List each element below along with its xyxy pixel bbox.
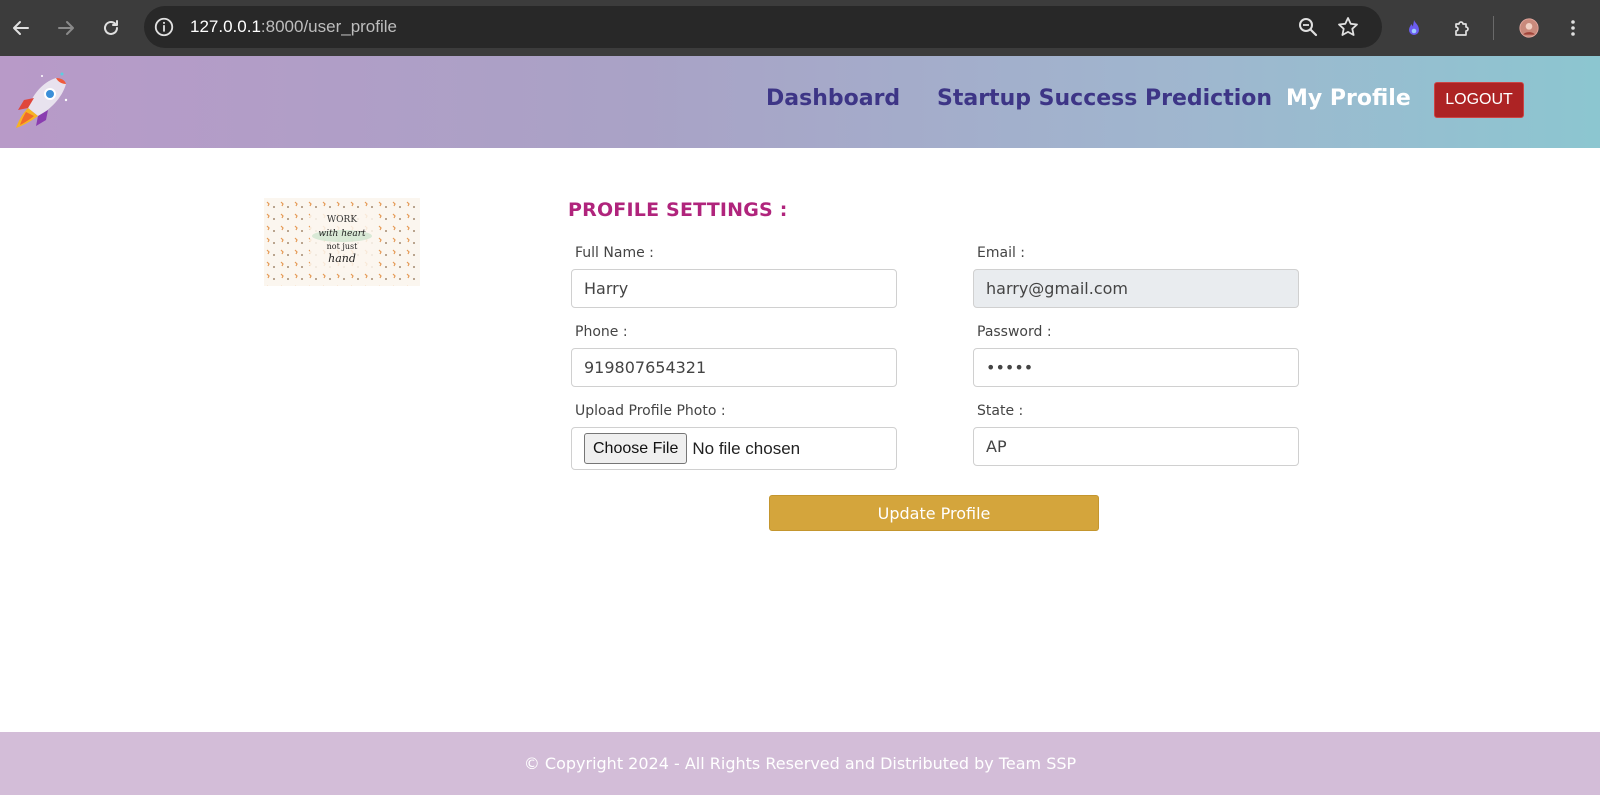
url-text[interactable]: 127.0.0.1:8000/user_profile xyxy=(190,17,397,37)
site-header: Dashboard Startup Success Prediction My … xyxy=(0,56,1600,148)
nav-dashboard[interactable]: Dashboard xyxy=(766,86,900,111)
state-field[interactable]: AP xyxy=(973,427,1299,466)
password-field[interactable]: ••••• xyxy=(973,348,1299,387)
phone-field[interactable]: 919807654321 xyxy=(571,348,897,387)
zoom-icon[interactable] xyxy=(1296,15,1320,39)
email-label: Email : xyxy=(977,245,1026,261)
full-name-field[interactable]: Harry xyxy=(571,269,897,308)
profile-image: WORK with heart not just hand xyxy=(264,198,420,286)
password-label: Password : xyxy=(977,324,1052,340)
profile-image-text-3: not just xyxy=(327,242,358,251)
file-status-text: No file chosen xyxy=(692,438,801,458)
forward-icon[interactable] xyxy=(50,12,82,44)
browser-toolbar: 127.0.0.1:8000/user_profile xyxy=(0,0,1600,56)
update-profile-button[interactable]: Update Profile xyxy=(769,495,1099,531)
full-name-value: Harry xyxy=(584,279,629,298)
nav-my-profile[interactable]: My Profile xyxy=(1286,86,1411,111)
logout-button[interactable]: LOGOUT xyxy=(1434,82,1524,118)
profile-avatar-icon[interactable] xyxy=(1513,12,1545,44)
password-value: ••••• xyxy=(986,358,1034,377)
state-label: State : xyxy=(977,403,1024,419)
phone-value: 919807654321 xyxy=(584,358,707,377)
back-icon[interactable] xyxy=(5,12,37,44)
email-value: harry@gmail.com xyxy=(986,279,1128,298)
rocket-logo-icon[interactable] xyxy=(12,72,70,132)
extension-flame-icon[interactable] xyxy=(1398,12,1430,44)
toolbar-separator xyxy=(1493,16,1494,40)
phone-label: Phone : xyxy=(575,324,628,340)
profile-image-text-2: with heart xyxy=(318,229,366,239)
footer: © Copyright 2024 - All Rights Reserved a… xyxy=(0,732,1600,795)
profile-image-text-1: WORK xyxy=(327,215,357,225)
full-name-label: Full Name : xyxy=(575,245,654,261)
upload-photo-field[interactable]: Choose File No file chosen xyxy=(571,427,897,470)
site-info-icon[interactable] xyxy=(152,15,176,39)
profile-image-text-4: hand xyxy=(328,252,356,265)
choose-file-button[interactable]: Choose File xyxy=(584,433,688,464)
footer-copyright: © Copyright 2024 - All Rights Reserved a… xyxy=(523,754,1077,773)
nav-startup-success-prediction[interactable]: Startup Success Prediction xyxy=(937,86,1272,111)
bookmark-star-icon[interactable] xyxy=(1336,15,1360,39)
reload-icon[interactable] xyxy=(95,12,127,44)
extensions-puzzle-icon[interactable] xyxy=(1446,12,1478,44)
profile-settings-title: PROFILE SETTINGS : xyxy=(568,199,788,221)
email-field[interactable]: harry@gmail.com xyxy=(973,269,1299,308)
upload-photo-label: Upload Profile Photo : xyxy=(575,403,726,419)
more-menu-icon[interactable] xyxy=(1557,12,1589,44)
address-bar[interactable]: 127.0.0.1:8000/user_profile xyxy=(144,6,1382,48)
state-value: AP xyxy=(986,437,1007,456)
